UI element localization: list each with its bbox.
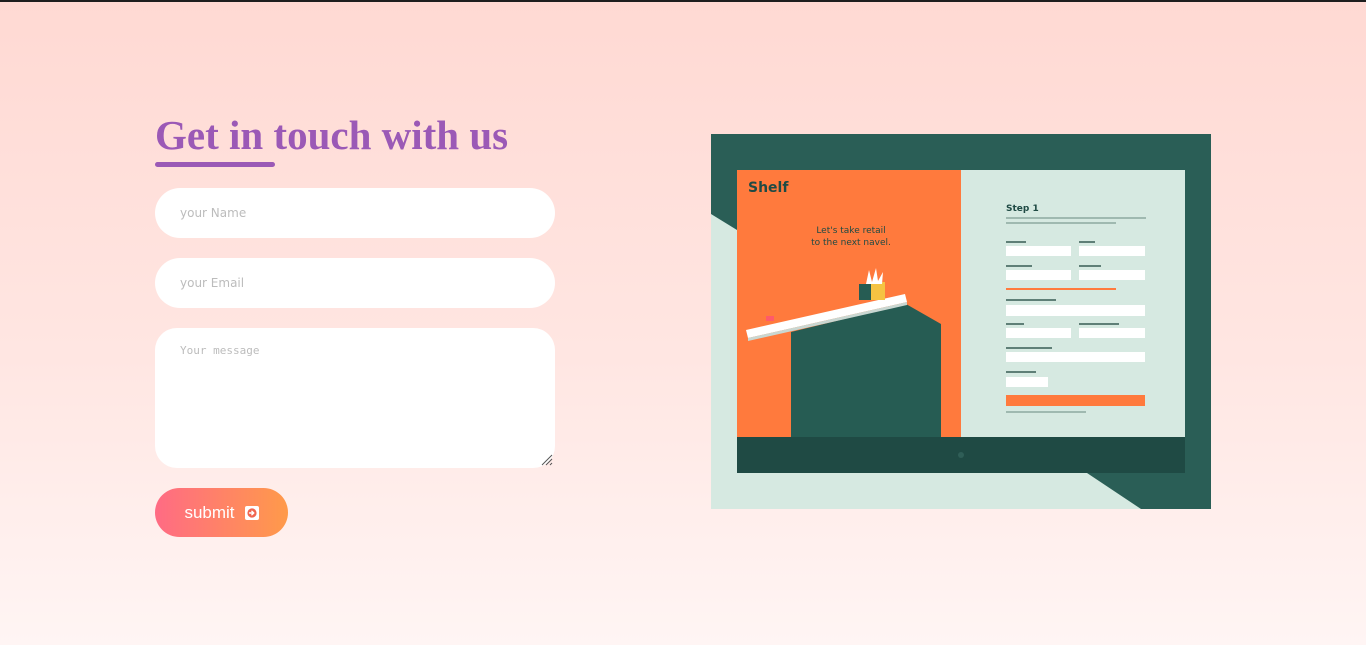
name-input[interactable] <box>155 188 555 238</box>
title-underline <box>155 162 275 167</box>
preview-image: Shelf Let's take retail to the next nave… <box>711 134 1211 509</box>
arrow-right-circle-icon <box>244 505 259 520</box>
preview-step-title: Step 1 <box>1006 204 1039 214</box>
preview-illustration: Shelf Let's take retail to the next nave… <box>711 134 1211 509</box>
message-textarea[interactable] <box>155 328 555 468</box>
top-border <box>0 0 1366 2</box>
page-title: Get in touch with us <box>155 112 509 158</box>
preview-headline-2: to the next navel. <box>811 238 891 248</box>
email-input[interactable] <box>155 258 555 308</box>
preview-headline-1: Let's take retail <box>816 226 885 236</box>
submit-button[interactable]: submit <box>155 488 288 537</box>
preview-brand: Shelf <box>748 180 789 196</box>
submit-label: submit <box>184 502 235 522</box>
